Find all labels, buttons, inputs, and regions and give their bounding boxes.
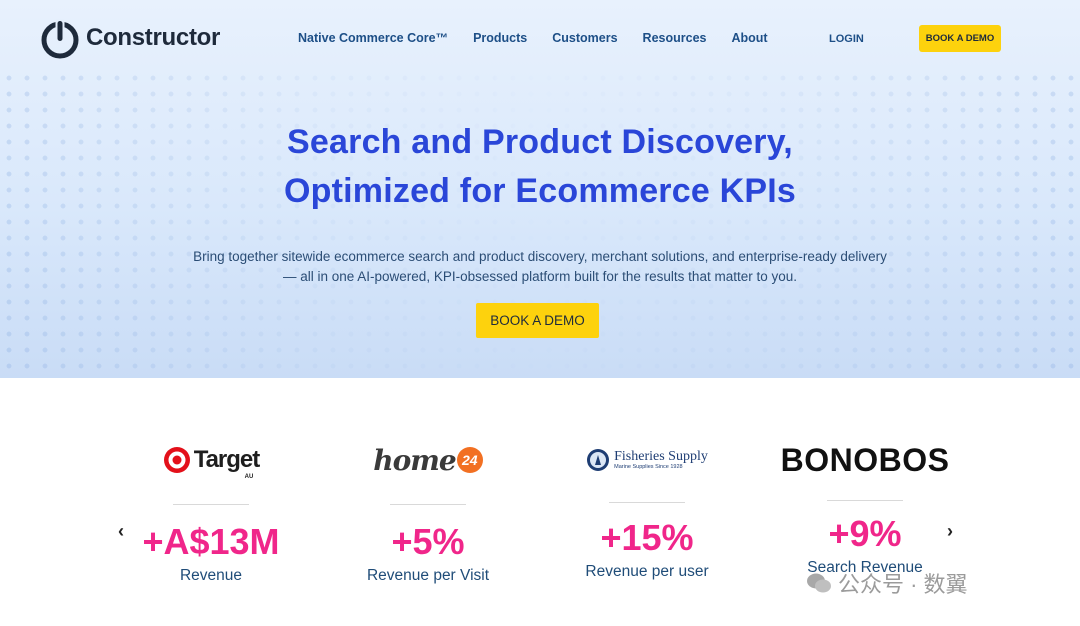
- brand-logo[interactable]: Constructor: [40, 17, 220, 59]
- target-logo: Target AU: [111, 440, 311, 480]
- stat-card-bonobos: BONOBOS +9% Search Revenue: [765, 440, 965, 577]
- stat-divider: [827, 500, 903, 501]
- book-demo-button-hero[interactable]: BOOK A DEMO: [476, 303, 599, 338]
- main-nav: Native Commerce Core™ Products Customers…: [298, 31, 793, 45]
- nav-item-customers[interactable]: Customers: [552, 31, 617, 45]
- bonobos-wordmark: BONOBOS: [780, 441, 950, 478]
- fisheries-supply-wordmark: Fisheries Supply: [614, 449, 708, 464]
- stat-label: Revenue per user: [585, 563, 709, 580]
- hero-subtext-line-1: Bring together sitewide ecommerce search…: [193, 249, 887, 264]
- hero-subtext-line-2: — all in one AI-powered, KPI-obsessed pl…: [282, 269, 797, 284]
- power-icon: [41, 19, 79, 59]
- fisheries-supply-logo: Fisheries Supply Marine Supplies Since 1…: [547, 440, 747, 480]
- hero-section: Constructor Native Commerce Core™ Produc…: [0, 0, 1080, 378]
- brand-name: Constructor: [86, 24, 221, 51]
- stat-value: +9%: [828, 513, 902, 554]
- book-demo-button-header[interactable]: BOOK A DEMO: [919, 25, 1001, 52]
- fisherman-emblem-icon: [587, 449, 610, 471]
- nav-item-about[interactable]: About: [731, 31, 767, 45]
- stat-label: Revenue per Visit: [366, 567, 490, 584]
- stat-divider: [173, 504, 249, 505]
- target-au-label: AU: [244, 474, 254, 480]
- stat-divider: [609, 502, 685, 503]
- target-wordmark: Target AU: [193, 446, 261, 480]
- hero-subtext: Bring together sitewide ecommerce search…: [150, 247, 930, 287]
- stat-divider: [390, 504, 466, 505]
- fisheries-supply-tagline: Marine Supplies Since 1928: [614, 464, 683, 470]
- target-bullseye-icon: [163, 447, 190, 473]
- watermark-text: 公众号 · 数翼: [838, 572, 968, 597]
- hero-headline: Search and Product Discovery, Optimized …: [0, 118, 1080, 216]
- stat-label: Revenue: [179, 567, 243, 584]
- stat-value: +15%: [600, 517, 694, 558]
- hero-headline-line-2: Optimized for Ecommerce KPIs: [284, 172, 796, 210]
- nav-item-native-commerce-core[interactable]: Native Commerce Core™: [298, 31, 448, 45]
- nav-item-products[interactable]: Products: [473, 31, 527, 45]
- watermark: 公众号 · 数翼: [806, 567, 968, 599]
- home24-badge: 24: [456, 447, 483, 473]
- home24-wordmark: home: [373, 443, 456, 477]
- home24-logo: home 24: [328, 440, 528, 480]
- nav-item-resources[interactable]: Resources: [643, 31, 707, 45]
- hero-headline-line-1: Search and Product Discovery,: [287, 123, 793, 161]
- stat-value: +A$13M: [142, 521, 280, 562]
- login-link[interactable]: LOGIN: [829, 33, 864, 45]
- wechat-icon: [807, 573, 831, 593]
- stat-card-home24: home 24 +5% Revenue per Visit: [328, 440, 528, 585]
- bonobos-logo: BONOBOS: [765, 440, 965, 480]
- stat-card-target: Target AU +A$13M Revenue: [111, 440, 311, 585]
- stat-value: +5%: [391, 521, 465, 562]
- stat-card-fisheries-supply: Fisheries Supply Marine Supplies Since 1…: [547, 440, 747, 581]
